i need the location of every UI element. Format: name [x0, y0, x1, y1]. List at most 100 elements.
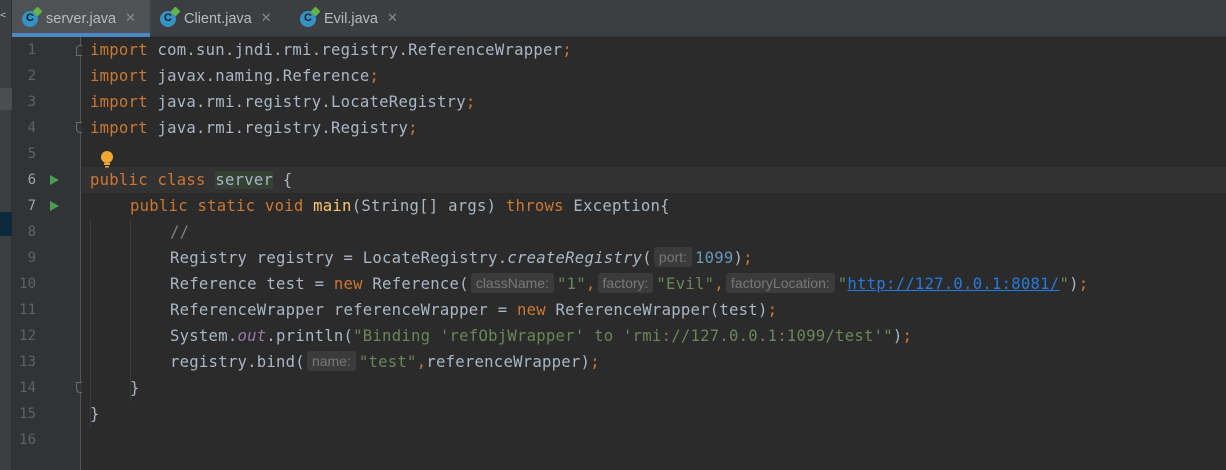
string-literal: "Evil" — [656, 275, 715, 293]
tool-window-strip: < — [0, 0, 12, 470]
code-line-10: Reference test = new Reference(className… — [170, 271, 1088, 297]
line-number: 3 — [27, 94, 36, 110]
semicolon: ; — [902, 327, 913, 345]
line-number: 4 — [27, 120, 36, 136]
code-text: ( — [642, 249, 652, 267]
run-icon[interactable] — [50, 175, 59, 185]
intention-bulb-icon[interactable] — [100, 150, 114, 168]
keyword: import — [90, 93, 148, 111]
tab-label: Evil.java — [324, 10, 378, 27]
java-class-icon: C — [160, 10, 176, 27]
code-line-15: } — [90, 401, 100, 427]
tab-label: Client.java — [184, 10, 252, 27]
tab-client-java[interactable]: C Client.java ✕ — [150, 0, 290, 37]
code-text: Reference test = — [170, 275, 334, 293]
line-number: 16 — [19, 432, 36, 448]
line-number: 13 — [19, 354, 36, 370]
run-icon[interactable] — [50, 201, 59, 211]
comma: , — [585, 275, 596, 293]
code-text: referenceWrapper) — [426, 353, 591, 371]
keyword: new — [516, 301, 546, 319]
editor-tab-bar: C server.java ✕ C Client.java ✕ C Evil.j… — [12, 0, 1226, 37]
semicolon: ; — [743, 249, 753, 267]
close-icon[interactable]: ✕ — [261, 11, 272, 26]
code-line-14: } — [130, 375, 140, 401]
code-line-3: import java.rmi.registry.LocateRegistry; — [90, 89, 476, 115]
class-name: server — [215, 171, 274, 189]
code-line-11: ReferenceWrapper referenceWrapper = new … — [170, 297, 777, 323]
line-number: 12 — [19, 328, 36, 344]
string-literal: "Binding 'refObjWrapper' to 'rmi://127.0… — [353, 327, 893, 345]
line-number: 5 — [27, 146, 36, 162]
keyword: public — [90, 171, 148, 189]
code-editor[interactable]: import com.sun.jndi.rmi.registry.Referen… — [82, 37, 1226, 470]
code-line-13: registry.bind(name: "test",referenceWrapp… — [170, 349, 600, 375]
line-number: 9 — [27, 250, 36, 266]
keyword: import — [90, 67, 148, 85]
method-name: main — [313, 197, 352, 215]
close-icon[interactable]: ✕ — [125, 11, 136, 26]
parameter-hint: port: — [653, 247, 692, 267]
string-quote: " — [837, 275, 848, 293]
line-number: 2 — [27, 68, 36, 84]
method-call: createRegistry — [507, 249, 643, 267]
tool-window-marker-selected[interactable] — [0, 212, 12, 236]
code-text: java.rmi.registry.LocateRegistry — [147, 93, 466, 111]
close-icon[interactable]: ✕ — [387, 11, 398, 26]
parameter-hint: factoryLocation: — [725, 273, 835, 293]
indent-guide — [130, 219, 131, 401]
line-number: 7 — [27, 198, 36, 214]
editor-gutter[interactable]: 1 2 3 4 5 6 7 8 9 10 11 12 13 14 15 16 — [12, 37, 85, 470]
code-line-12: System.out.println("Binding 'refObjWrapp… — [170, 323, 912, 349]
static-field: out — [237, 327, 267, 345]
chevron-left-icon[interactable]: < — [0, 10, 6, 21]
code-text: ) — [1069, 275, 1079, 293]
semicolon: ; — [590, 353, 600, 371]
keyword: import — [90, 119, 148, 137]
code-line-4: import java.rmi.registry.Registry; — [90, 115, 418, 141]
code-text: ) — [892, 327, 903, 345]
string-literal: "test" — [358, 353, 417, 371]
tab-evil-java[interactable]: C Evil.java ✕ — [290, 0, 410, 37]
java-class-icon: C — [22, 10, 38, 27]
line-number: 8 — [27, 224, 36, 240]
tool-window-marker[interactable] — [0, 88, 12, 110]
line-number: 10 — [19, 276, 36, 292]
keyword: throws — [505, 197, 564, 215]
line-number: 15 — [19, 406, 36, 422]
parameter-hint: factory: — [597, 273, 654, 293]
code-line-8: // — [170, 219, 189, 245]
code-text: com.sun.jndi.rmi.registry.ReferenceWrapp… — [147, 41, 563, 59]
keyword: import — [90, 41, 148, 59]
comma: , — [714, 275, 724, 293]
semicolon: ; — [767, 301, 778, 319]
code-line-6: public class server { — [90, 167, 292, 193]
java-class-icon: C — [300, 10, 316, 27]
line-number: 6 — [27, 172, 36, 188]
tab-server-java[interactable]: C server.java ✕ — [12, 0, 150, 37]
code-line-9: Registry registry = LocateRegistry.creat… — [170, 245, 753, 271]
code-text: Exception{ — [563, 197, 670, 215]
url-link[interactable]: http://127.0.0.1:8081/ — [847, 275, 1059, 293]
string-quote: " — [1059, 275, 1070, 293]
code-text: System. — [170, 327, 238, 345]
code-text: registry.bind( — [170, 353, 305, 371]
semicolon: ; — [562, 41, 572, 59]
parameter-hint: name: — [306, 351, 356, 371]
comment: // — [170, 223, 190, 241]
string-literal: "1" — [556, 275, 586, 293]
keyword: class — [157, 171, 206, 189]
number-literal: 1099 — [694, 249, 734, 267]
semicolon: ; — [1078, 275, 1089, 293]
code-text: ReferenceWrapper referenceWrapper = — [170, 301, 517, 319]
code-text: } — [90, 405, 100, 423]
parameter-hint: className: — [470, 273, 554, 293]
tab-label: server.java — [46, 10, 117, 27]
code-text: ReferenceWrapper(test) — [545, 301, 768, 319]
indent-guide — [90, 219, 91, 427]
semicolon: ; — [465, 93, 476, 111]
code-text: javax.naming.Reference — [147, 67, 370, 85]
code-text: Registry registry = LocateRegistry. — [170, 249, 508, 267]
semicolon: ; — [408, 119, 418, 137]
comma: , — [416, 353, 427, 371]
